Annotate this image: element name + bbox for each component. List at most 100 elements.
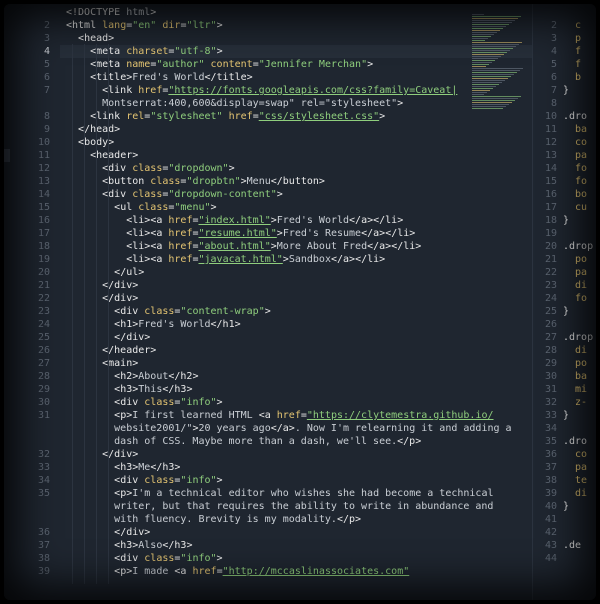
code-line[interactable]: f [563,45,581,58]
code-line[interactable]: </header> [66,344,156,357]
code-line[interactable]: <main> [66,357,138,370]
code-line[interactable]: } [563,500,569,513]
code-line[interactable]: </ul> [66,266,144,279]
code-line[interactable]: </div> [66,448,138,461]
line-number: 20 [544,241,557,252]
code-line[interactable]: </head> [66,123,120,136]
code-line[interactable]: <body> [66,136,114,149]
line-number: 25 [544,306,557,317]
line-number: 38 [544,475,557,486]
code-line[interactable]: ba [563,123,587,136]
minimap-line [472,34,494,35]
code-line[interactable]: p [563,32,581,45]
line-number: 19 [37,254,50,265]
minimap-line [472,52,507,53]
code-line[interactable]: bo [563,188,587,201]
code-line[interactable]: .dro [563,110,587,123]
code-line[interactable]: fo [563,162,587,175]
code-line[interactable]: <div class="info"> [66,396,222,409]
code-line[interactable]: c [563,19,581,32]
code-line[interactable]: <li><a href="resume.html">Fred's Resume<… [66,227,415,240]
code-line[interactable]: } [563,305,569,318]
code-line[interactable]: <p>I made <a href="http://mccaslinassoci… [66,565,409,578]
line-number: 31 [37,410,50,421]
code-line[interactable]: po [563,253,587,266]
line-number: 2 [550,20,557,31]
code-line[interactable]: writer, but that requires the ability to… [66,500,493,513]
code-line[interactable]: co [563,448,587,461]
minimap-line [472,78,508,79]
code-line[interactable]: <div class="info"> [66,474,222,487]
line-number: 15 [544,176,557,187]
line-number: 30 [544,371,557,382]
code-line[interactable]: <button class="dropbtn">Menu</button> [66,175,325,188]
code-line[interactable]: .drop [563,240,593,253]
code-line[interactable]: <li><a href="javacat.html">Sandbox</a></… [66,253,385,266]
code-line[interactable]: b [563,71,581,84]
code-line[interactable]: <title>Fred's World</title> [66,71,253,84]
code-line[interactable]: <div class="dropdown-content"> [66,188,283,201]
minimap-line [472,38,488,39]
code-line[interactable]: <li><a href="about.html">More About Fred… [66,240,421,253]
code-line[interactable]: f [563,58,581,71]
code-line[interactable]: ba [563,370,587,383]
code-line[interactable]: <p>I first learned HTML <a href="https:/… [66,409,493,422]
minimap-line [472,62,492,63]
code-line[interactable]: pa [563,266,587,279]
minimap-line [472,26,506,27]
editor-pane-html[interactable]: <!DOCTYPE html> 2 <html lang="en" dir="ltr… [4,4,532,600]
line-number: 16 [544,189,557,200]
minimap-line [472,106,506,107]
code-line[interactable]: </div> [66,292,138,305]
code-line[interactable]: } [563,84,569,97]
code-line[interactable]: website2001/">20 years ago</a>. Now I'm … [66,422,511,435]
code-line[interactable]: Montserrat:400,600&display=swap" rel="st… [66,97,403,110]
minimap-line [472,74,514,75]
code-line[interactable]: co [563,136,587,149]
code-line[interactable]: } [563,214,569,227]
minimap[interactable] [472,14,528,114]
code-line[interactable]: <head> [66,32,114,45]
code-line[interactable]: mi [563,383,587,396]
code-line[interactable]: <link rel="stylesheet" href="css/stylesh… [66,110,385,123]
code-line[interactable]: dash of CSS. Maybe more than a dash, we'… [66,435,421,448]
editor-pane-css[interactable]: 2 c3 p4 f5 f6 b 7} 8 10 .dro 11 ba 12 co 13 pa 1… [532,4,596,600]
minimap-line [472,48,513,49]
code-line[interactable]: <li><a href="index.html">Fred's World</a… [66,214,403,227]
code-line[interactable]: z- [563,396,587,409]
line-number: 10 [37,137,50,148]
code-line[interactable]: <meta charset="utf-8"> [66,45,223,58]
code-line[interactable]: fo [563,175,587,188]
code-line[interactable]: <div class="info"> [66,552,222,565]
code-line[interactable]: pa [563,461,587,474]
minimap-line [472,50,510,51]
code-line[interactable]: pa [563,149,587,162]
code-line[interactable]: di [563,344,587,357]
code-line[interactable]: .dro [563,435,587,448]
code-line[interactable]: </div> [66,279,138,292]
code-line[interactable]: .de [563,539,581,552]
code-line[interactable]: <meta name="author" content="Jennifer Me… [66,58,373,71]
line-number: 16 [37,215,50,226]
code-line[interactable]: fo [563,292,587,305]
code-line[interactable]: di [563,487,587,500]
code-line[interactable]: di [563,279,587,292]
code-line[interactable]: <ul class="menu"> [66,201,216,214]
code-line[interactable]: <div class="dropdown"> [66,162,235,175]
code-line[interactable]: with fluency. Brevity is my modality.</p… [66,513,361,526]
code-line[interactable]: <h1>Fred's World</h1> [66,318,240,331]
code-line[interactable]: } [563,409,569,422]
code-line[interactable]: .drop [563,331,593,344]
code-line[interactable]: po [563,357,587,370]
indent-guide [96,44,97,584]
code-line[interactable]: <p>I'm a technical editor who wishes she… [66,487,493,500]
code-line[interactable]: <header> [66,149,138,162]
code-line[interactable]: <h2>About</h2> [66,370,198,383]
line-number: 42 [544,527,557,538]
code-line[interactable]: te [563,474,587,487]
code-line[interactable]: <!DOCTYPE html> [66,6,156,19]
line-number: 44 [544,553,557,564]
code-line[interactable]: <html lang="en" dir="ltr"> [66,19,223,32]
code-line[interactable]: cu [563,201,587,214]
code-line[interactable]: <link href="https://fonts.googleapis.com… [66,84,457,97]
